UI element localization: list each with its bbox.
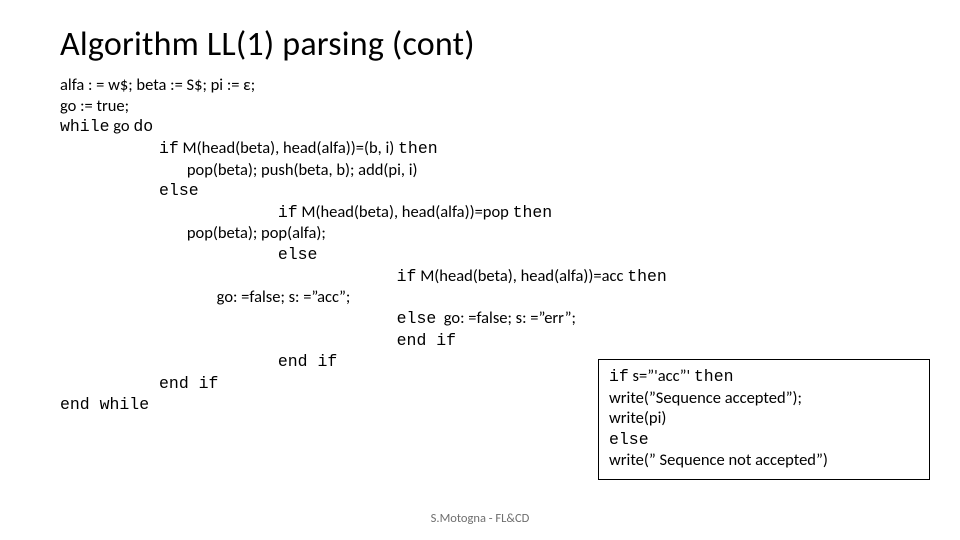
kw-else: else xyxy=(60,181,199,200)
kw-if: if xyxy=(60,139,179,158)
kw-if: if xyxy=(60,267,416,286)
page-title: Algorithm LL(1) parsing (cont) xyxy=(60,24,900,65)
code-text: go: =false; s: =”err”; xyxy=(436,308,576,328)
slide: Algorithm LL(1) parsing (cont) alfa : = … xyxy=(0,0,960,540)
kw-if: if xyxy=(609,367,629,386)
kw-endwhile: end while xyxy=(60,395,149,414)
kw-then: then xyxy=(627,267,667,286)
kw-else: else xyxy=(60,245,317,264)
kw-if: if xyxy=(60,203,298,222)
code-text: M(head(beta), head(alfa))=acc xyxy=(416,266,627,286)
kw-endif: end if xyxy=(60,352,337,371)
code-line: pop(beta); pop(alfa); xyxy=(60,223,326,243)
code-line: pop(beta); push(beta, b); add(pi, i) xyxy=(60,160,418,180)
result-box: if s=”'acc”' then write(”Sequence accept… xyxy=(598,359,930,480)
code-text: go xyxy=(110,116,134,136)
code-line: write(”Sequence accepted”); xyxy=(609,388,802,408)
code-text: M(head(beta), head(alfa))=(b, i) xyxy=(179,138,398,158)
kw-else: else xyxy=(609,430,649,449)
code-line: write(” Sequence not accepted”) xyxy=(609,450,828,470)
code-line: alfa : = w$; beta := S$; pi := ε; xyxy=(60,75,255,95)
kw-endif: end if xyxy=(60,374,218,393)
code-line: write(pi) xyxy=(609,408,666,428)
code-text: s=”'acc”' xyxy=(629,366,694,386)
kw-while: while xyxy=(60,117,110,136)
kw-else: else xyxy=(60,309,436,328)
slide-footer: S.Motogna - FL&CD xyxy=(0,511,960,526)
kw-then: then xyxy=(513,203,553,222)
code-line: go: =false; s: =”acc”; xyxy=(60,287,350,307)
code-text: M(head(beta), head(alfa))=pop xyxy=(298,202,513,222)
code-line: go := true; xyxy=(60,96,129,116)
kw-then: then xyxy=(398,139,438,158)
kw-then: then xyxy=(694,367,734,386)
kw-endif: end if xyxy=(60,331,456,350)
kw-do: do xyxy=(133,117,153,136)
